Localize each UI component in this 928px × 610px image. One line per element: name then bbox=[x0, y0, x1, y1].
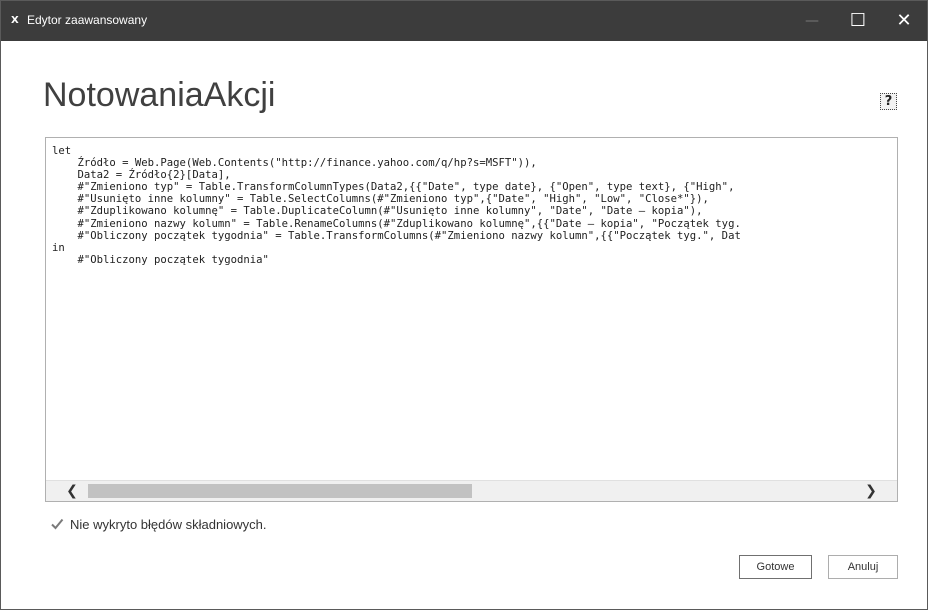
scroll-right-arrow-icon[interactable]: ❯ bbox=[861, 481, 881, 501]
close-button[interactable]: ✕ bbox=[881, 1, 927, 41]
title-bar[interactable]: X Edytor zaawansowany — ☐ ✕ bbox=[1, 1, 927, 41]
code-line[interactable]: #"Zmieniono typ" = Table.TransformColumn… bbox=[52, 181, 897, 193]
code-line[interactable]: let bbox=[52, 145, 897, 157]
code-line[interactable]: in bbox=[52, 242, 897, 254]
excel-app-icon: X bbox=[11, 15, 19, 26]
code-text[interactable]: let Źródło = Web.Page(Web.Contents("http… bbox=[52, 145, 897, 266]
minimize-button[interactable]: — bbox=[789, 1, 835, 41]
maximize-button[interactable]: ☐ bbox=[835, 1, 881, 41]
code-line[interactable]: #"Obliczony początek tygodnia" = Table.T… bbox=[52, 230, 897, 242]
code-line[interactable]: #"Obliczony początek tygodnia" bbox=[52, 254, 897, 266]
code-line[interactable]: #"Zduplikowano kolumnę" = Table.Duplicat… bbox=[52, 205, 897, 217]
code-line[interactable]: #"Usunięto inne kolumny" = Table.SelectC… bbox=[52, 193, 897, 205]
horizontal-scrollbar[interactable]: ❮ ❯ bbox=[46, 480, 897, 501]
code-line[interactable]: #"Zmieniono nazwy kolumn" = Table.Rename… bbox=[52, 218, 897, 230]
syntax-status: Nie wykryto błędów składniowych. bbox=[50, 515, 267, 533]
help-icon[interactable]: ? bbox=[880, 93, 897, 110]
query-name-title: NotowaniaAkcji bbox=[43, 76, 276, 114]
check-icon bbox=[51, 518, 64, 530]
window-title: Edytor zaawansowany bbox=[27, 13, 148, 27]
scroll-left-arrow-icon[interactable]: ❮ bbox=[62, 481, 82, 501]
code-editor[interactable]: let Źródło = Web.Page(Web.Contents("http… bbox=[45, 137, 898, 502]
advanced-editor-window: X Edytor zaawansowany — ☐ ✕ NotowaniaAkc… bbox=[0, 0, 928, 610]
scroll-thumb[interactable] bbox=[88, 484, 472, 498]
code-line[interactable]: Data2 = Źródło{2}[Data], bbox=[52, 169, 897, 181]
code-line[interactable]: Źródło = Web.Page(Web.Contents("http://f… bbox=[52, 157, 897, 169]
status-text: Nie wykryto błędów składniowych. bbox=[70, 516, 267, 532]
cancel-button[interactable]: Anuluj bbox=[828, 555, 898, 579]
done-button[interactable]: Gotowe bbox=[739, 555, 812, 579]
